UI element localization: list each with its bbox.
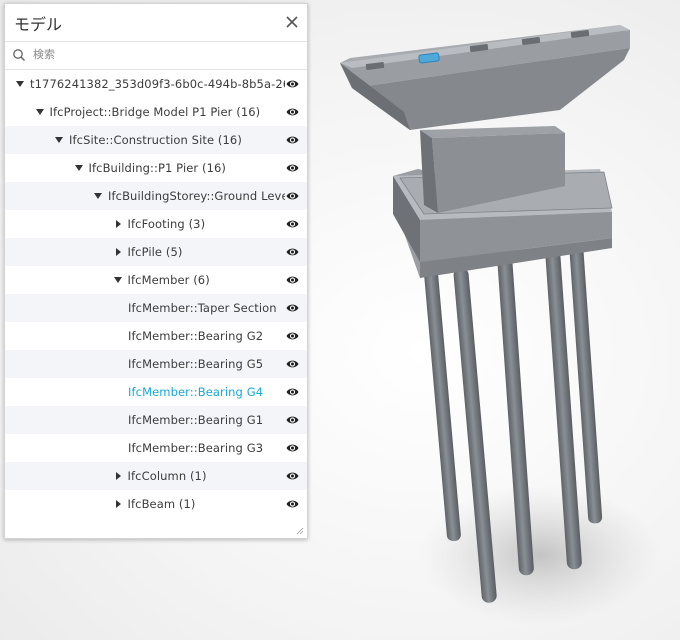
tree-row[interactable]: IfcMember::Taper Section	[5, 294, 307, 322]
eye-icon[interactable]	[286, 442, 299, 454]
eye-icon[interactable]	[286, 330, 299, 342]
tree-row[interactable]: IfcMember::Bearing G4	[5, 378, 307, 406]
eye-icon[interactable]	[286, 78, 299, 90]
tree-row[interactable]: IfcBeam (1)	[5, 490, 307, 518]
eye-icon[interactable]	[286, 246, 299, 258]
bearing-g4[interactable]	[418, 52, 440, 64]
tree-row-label: IfcColumn (1)	[127, 469, 207, 483]
tree-row-label: IfcSite::Construction Site (16)	[69, 133, 242, 147]
panel-title: モデル	[14, 15, 63, 34]
eye-icon[interactable]	[286, 218, 299, 230]
tree-row[interactable]: IfcPile (5)	[5, 238, 307, 266]
tree-row[interactable]: IfcMember::Bearing G5	[5, 350, 307, 378]
search-icon	[13, 49, 26, 62]
resize-grip-icon[interactable]	[296, 527, 304, 535]
tree-row-label: IfcBuildingStorey::Ground Level ...	[108, 189, 285, 203]
tree-row[interactable]: IfcMember::Bearing G2	[5, 322, 307, 350]
close-icon[interactable]	[283, 13, 301, 31]
tree-row[interactable]: IfcSite::Construction Site (16)	[5, 126, 307, 154]
model-tree: t1776241382_353d09f3-6b0c-494b-8b5a-2660…	[5, 70, 307, 518]
eye-icon[interactable]	[286, 302, 299, 314]
tree-row[interactable]: IfcColumn (1)	[5, 462, 307, 490]
tree-row-label: IfcBeam (1)	[127, 497, 196, 511]
caret-right-icon[interactable]	[113, 219, 123, 229]
tree-row[interactable]: IfcProject::Bridge Model P1 Pier (16)	[5, 98, 307, 126]
tree-row-label: IfcMember::Bearing G5	[128, 357, 264, 371]
caret-down-icon[interactable]	[15, 79, 25, 89]
tree-row-label: IfcFooting (3)	[127, 217, 206, 231]
caret-right-icon[interactable]	[113, 471, 123, 481]
eye-icon[interactable]	[286, 274, 299, 286]
caret-down-icon[interactable]	[35, 107, 45, 117]
eye-icon[interactable]	[286, 414, 299, 426]
caret-right-icon[interactable]	[113, 247, 123, 257]
eye-icon[interactable]	[286, 106, 299, 118]
caret-down-icon[interactable]	[113, 275, 123, 285]
tree-row-label: IfcMember::Bearing G4	[128, 385, 264, 399]
caret-right-icon[interactable]	[113, 499, 123, 509]
tree-row[interactable]: IfcBuilding::P1 Pier (16)	[5, 154, 307, 182]
tree-row-label: IfcMember::Taper Section	[128, 301, 277, 315]
model-tree-panel: モデル t1776241382_353d09f3-6b0c-494b-8b5a-…	[4, 3, 308, 539]
tree-row[interactable]: IfcMember::Bearing G3	[5, 434, 307, 462]
tree-row-label: IfcPile (5)	[127, 245, 183, 259]
eye-icon[interactable]	[286, 386, 299, 398]
tree-row[interactable]: IfcMember::Bearing G1	[5, 406, 307, 434]
ifc-pile[interactable]	[423, 261, 461, 542]
eye-icon[interactable]	[286, 498, 299, 510]
tree-row-label: IfcMember::Bearing G2	[128, 329, 264, 343]
eye-icon[interactable]	[286, 134, 299, 146]
tree-row-label: IfcMember::Bearing G1	[128, 413, 264, 427]
search-bar	[5, 41, 307, 70]
caret-down-icon[interactable]	[74, 163, 84, 173]
eye-icon[interactable]	[286, 162, 299, 174]
caret-down-icon[interactable]	[54, 135, 64, 145]
tree-row[interactable]: IfcFooting (3)	[5, 210, 307, 238]
tree-row[interactable]: IfcBuildingStorey::Ground Level ...	[5, 182, 307, 210]
tree-row-label: IfcBuilding::P1 Pier (16)	[88, 161, 227, 175]
tree-row-label: IfcMember::Bearing G3	[128, 441, 264, 455]
eye-icon[interactable]	[286, 190, 299, 202]
panel-header: モデル	[5, 4, 307, 41]
search-input[interactable]	[33, 45, 293, 64]
ifc-beam[interactable]	[340, 25, 630, 130]
tree-row-label: t1776241382_353d09f3-6b0c-494b-8b5a-2660…	[30, 77, 285, 91]
tree-row-label: IfcProject::Bridge Model P1 Pier (16)	[49, 105, 261, 119]
tree-row-label: IfcMember (6)	[127, 273, 210, 287]
eye-icon[interactable]	[286, 470, 299, 482]
eye-icon[interactable]	[286, 358, 299, 370]
tree-row[interactable]: IfcMember (6)	[5, 266, 307, 294]
tree-row[interactable]: t1776241382_353d09f3-6b0c-494b-8b5a-2660…	[5, 70, 307, 98]
caret-down-icon[interactable]	[93, 191, 103, 201]
